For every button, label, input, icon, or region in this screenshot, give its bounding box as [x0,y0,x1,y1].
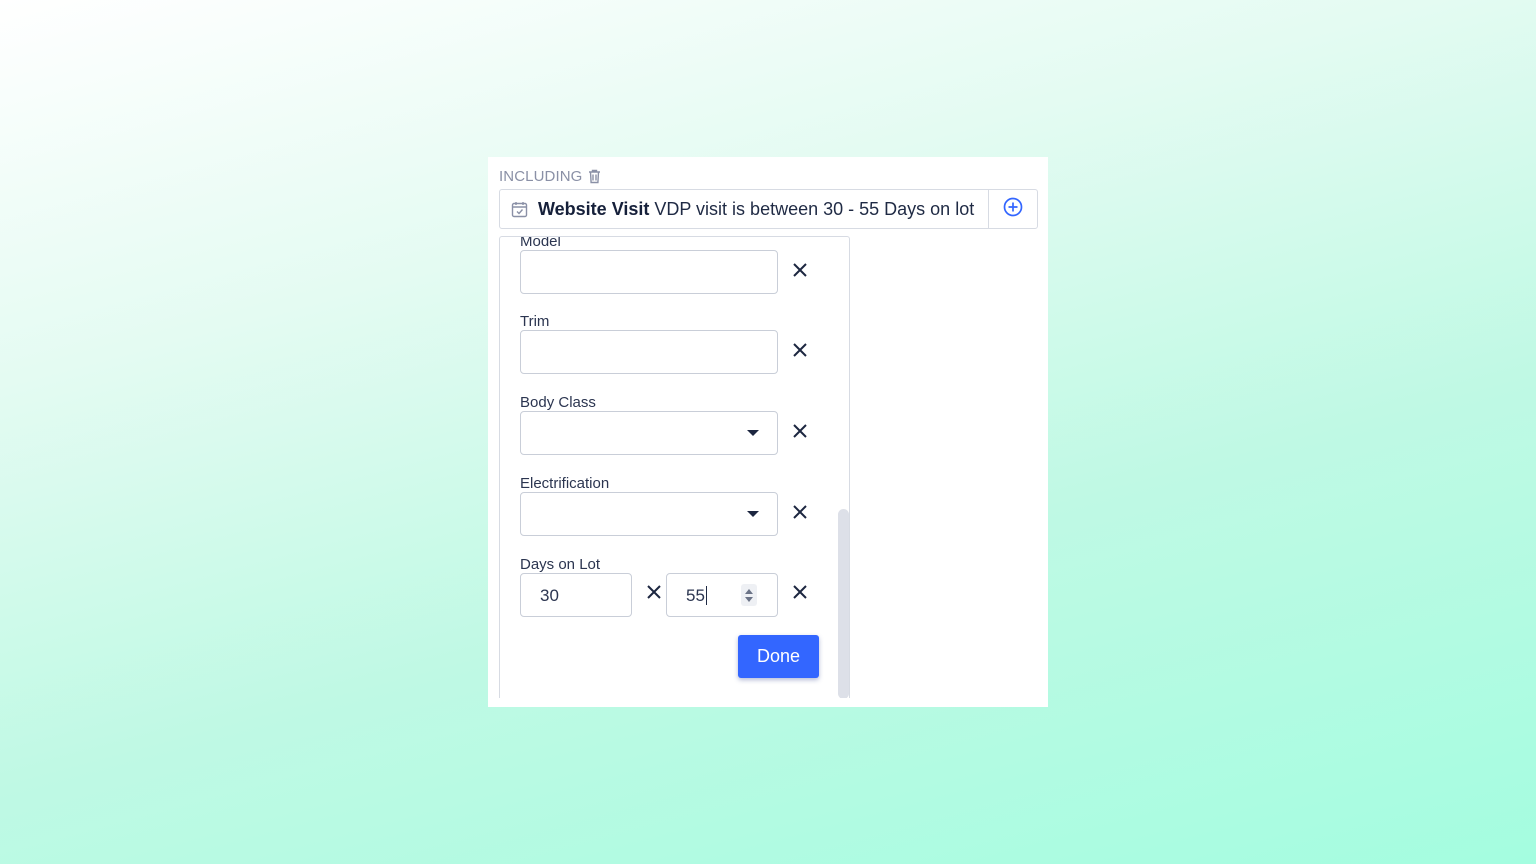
number-spinner[interactable] [741,584,757,606]
caret-down-icon [747,511,759,517]
clear-trim-button[interactable] [790,342,810,362]
days-min-input[interactable]: 30 [520,573,632,617]
electrification-label: Electrification [520,475,610,492]
body-class-label: Body Class [520,394,596,411]
spinner-down-icon[interactable] [745,596,753,602]
days-on-lot-label: Days on Lot [520,556,601,573]
rule-title: Website Visit [538,198,650,219]
trash-icon[interactable] [588,169,601,184]
filter-card: INCLUDING Website Visit VDP visit is betw… [488,157,1048,707]
done-button[interactable]: Done [738,635,819,678]
close-icon [793,584,807,604]
plus-circle-icon [1003,197,1023,222]
rule-summary[interactable]: Website Visit VDP visit is between 30 - 5… [499,189,1038,229]
electrification-select[interactable] [520,492,778,536]
text-cursor [705,585,707,605]
model-label: Model [520,236,561,250]
calendar-check-icon [511,201,528,218]
including-header: INCLUDING [499,167,601,185]
close-icon [793,504,807,524]
close-icon [647,584,661,604]
rule-text: Website Visit VDP visit is between 30 - 5… [538,199,974,220]
days-max-value: 55 [686,586,705,605]
including-label: INCLUDING [499,167,583,185]
days-max-wrap: 55 [686,585,707,606]
close-icon [793,262,807,282]
model-input[interactable] [520,250,778,294]
days-max-input[interactable]: 55 [666,573,778,617]
clear-body-class-button[interactable] [790,423,810,443]
close-icon [793,342,807,362]
trim-input[interactable] [520,330,778,374]
filter-panel: Model Trim Body Class Electrification Da… [499,236,850,698]
clear-electrification-button[interactable] [790,504,810,524]
rule-description: VDP visit is between 30 - 55 Days on lot [654,198,975,219]
close-icon [793,423,807,443]
clear-days-min-button[interactable] [644,584,664,604]
clear-days-max-button[interactable] [790,584,810,604]
spinner-up-icon[interactable] [745,588,753,594]
caret-down-icon [747,430,759,436]
add-rule-button[interactable] [988,190,1037,228]
days-min-value: 30 [540,586,559,605]
trim-label: Trim [520,313,550,330]
clear-model-button[interactable] [790,262,810,282]
body-class-select[interactable] [520,411,778,455]
scrollbar-thumb[interactable] [838,509,849,698]
